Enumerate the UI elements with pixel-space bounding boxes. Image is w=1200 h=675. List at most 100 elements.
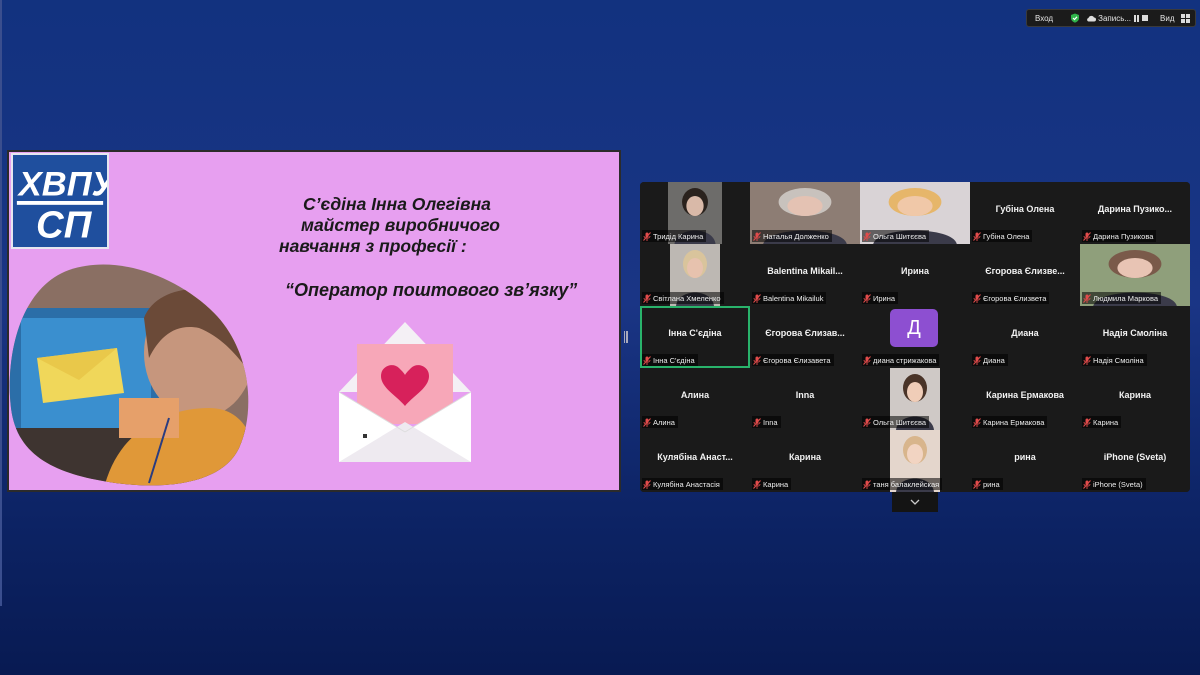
muted-mic-icon (753, 479, 761, 489)
participant-name: Інна С'єдіна (653, 355, 695, 365)
participant-display-name: Алина (680, 390, 710, 400)
participant-name: Карина Ермакова (983, 417, 1045, 427)
participant-name: Світлана Хмеленко (653, 293, 721, 303)
muted-mic-icon (643, 231, 651, 241)
shield-check-icon[interactable] (1070, 13, 1080, 23)
participant-tile[interactable]: Карина Карина (1080, 368, 1190, 430)
muted-mic-icon (973, 293, 981, 303)
muted-mic-icon (1083, 231, 1091, 241)
participant-name-label: iPhone (Sveta) (1082, 478, 1146, 490)
participant-display-name: Карина Ермакова (986, 390, 1064, 400)
participant-name-label: Інна С'єдіна (642, 354, 698, 366)
slide-title: С’єдіна Інна Олегівна майстер виробничог… (271, 194, 571, 257)
participant-name: рина (983, 479, 1000, 489)
participant-display-name: iPhone (Sveta) (1103, 452, 1167, 462)
participant-tile[interactable]: Надія Смоліна Надія Смоліна (1080, 306, 1190, 368)
participant-display-name: Карина (1118, 390, 1152, 400)
muted-mic-icon (863, 355, 871, 365)
participant-name-label: рина (972, 478, 1003, 490)
muted-mic-icon (1083, 479, 1091, 489)
muted-mic-icon (863, 479, 871, 489)
participant-tile[interactable]: Ирина Ирина (860, 244, 970, 306)
participant-name: Ольга Шитєєва (873, 231, 927, 241)
participant-tile[interactable]: Дарина Пузико... Дарина Пузикова (1080, 182, 1190, 244)
participant-name: Balentina Mikailuk (763, 293, 824, 303)
envelope-heart-illustration (338, 322, 472, 462)
participant-name-label: Ольга Шитєєва (862, 416, 930, 428)
participant-name-label: Людмила Маркова (1082, 292, 1162, 304)
participant-tile[interactable]: Balentina Mikail... Balentina Mikailuk (750, 244, 860, 306)
participant-tile[interactable]: Ддиана стрижакова (860, 306, 970, 368)
participant-name: Ирина (873, 293, 896, 303)
participant-tile[interactable]: таня балаклейская (860, 430, 970, 492)
participant-name-label: Inna (752, 416, 781, 428)
participant-name-label: Ирина (862, 292, 899, 304)
muted-mic-icon (973, 479, 981, 489)
muted-mic-icon (973, 231, 981, 241)
muted-mic-icon (1083, 293, 1091, 303)
view-button[interactable]: Вход (1035, 14, 1053, 23)
record-label: Запись... (1098, 13, 1132, 23)
svg-text:СП: СП (36, 203, 93, 246)
participant-tile[interactable]: Світлана Хмеленко (640, 244, 750, 306)
participant-display-name: Кулябіна Анаст... (657, 452, 733, 462)
participant-display-name: Інна С'єдіна (668, 328, 722, 338)
participant-tile[interactable]: Єгорова Єлизав... Єгорова Єлизавета (750, 306, 860, 368)
title-profession: навчання з професії : (279, 236, 467, 256)
muted-mic-icon (1083, 355, 1091, 365)
participant-name-label: Єгорова Єлизавета (752, 354, 834, 366)
muted-mic-icon (643, 355, 651, 365)
gallery-next-page-button[interactable] (892, 492, 938, 512)
participant-name: Карина (1093, 417, 1119, 427)
layout-view-button[interactable]: Вид (1160, 14, 1174, 23)
recording-indicator[interactable]: Запись... (1086, 13, 1149, 23)
participant-tile[interactable]: Тридід Карина (640, 182, 750, 244)
participant-tile[interactable]: Алина Алина (640, 368, 750, 430)
participant-display-name: Balentina Mikail... (767, 266, 843, 276)
stop-icon[interactable] (1142, 15, 1149, 21)
participant-name: Єгорова Єлизавета (763, 355, 831, 365)
participant-tile[interactable]: Inna Inna (750, 368, 860, 430)
participant-tile[interactable]: iPhone (Sveta) iPhone (Sveta) (1080, 430, 1190, 492)
muted-mic-icon (753, 355, 761, 365)
participant-name-label: Кулябіна Анастасія (642, 478, 723, 490)
avatar: Д (890, 309, 938, 347)
participant-tile[interactable]: Карина Ермакова Карина Ермакова (970, 368, 1080, 430)
participant-tile[interactable]: Ольга Шитєєва (860, 182, 970, 244)
presenter-photo (9, 264, 249, 486)
participant-name-label: Алина (642, 416, 678, 428)
participant-tile[interactable]: Карина Карина (750, 430, 860, 492)
grid-view-icon[interactable] (1180, 13, 1190, 23)
muted-mic-icon (643, 293, 651, 303)
participant-name-label: Дарина Пузикова (1082, 230, 1157, 242)
muted-mic-icon (973, 355, 981, 365)
participant-name: Кулябіна Анастасія (653, 479, 720, 489)
participant-display-name: Дарина Пузико... (1097, 204, 1173, 214)
title-name: С’єдіна Інна Олегівна (303, 194, 491, 214)
participant-display-name: Надія Смоліна (1102, 328, 1168, 338)
pause-icon[interactable] (1134, 14, 1140, 22)
muted-mic-icon (863, 417, 871, 427)
participant-name: Inna (763, 417, 778, 427)
participant-name-label: диана стрижакова (862, 354, 940, 366)
participant-tile[interactable]: Єгорова Єлизве... Єгорова Єлизвета (970, 244, 1080, 306)
participant-tile[interactable]: Інна С'єдіна Інна С'єдіна (640, 306, 750, 368)
mouse-cursor (363, 434, 367, 438)
participant-tile[interactable]: рина рина (970, 430, 1080, 492)
participant-tile[interactable]: Наталья Долженко (750, 182, 860, 244)
participant-name-label: Карина (752, 478, 792, 490)
muted-mic-icon (643, 417, 651, 427)
participant-tile[interactable]: Губіна Олена Губіна Олена (970, 182, 1080, 244)
muted-mic-icon (863, 293, 871, 303)
participant-name: таня балаклейская (873, 479, 940, 489)
title-position: майстер виробничого (301, 215, 500, 235)
participant-tile[interactable]: Диана Диана (970, 306, 1080, 368)
participant-name: Ольга Шитєєва (873, 417, 927, 427)
split-view-handle[interactable] (624, 331, 629, 343)
participant-display-name: рина (1014, 452, 1036, 462)
participant-tile[interactable]: Людмила Маркова (1080, 244, 1190, 306)
participant-name-label: Губіна Олена (972, 230, 1033, 242)
participant-display-name: Inna (795, 390, 815, 400)
participant-tile[interactable]: Ольга Шитєєва (860, 368, 970, 430)
participant-tile[interactable]: Кулябіна Анаст... Кулябіна Анастасія (640, 430, 750, 492)
